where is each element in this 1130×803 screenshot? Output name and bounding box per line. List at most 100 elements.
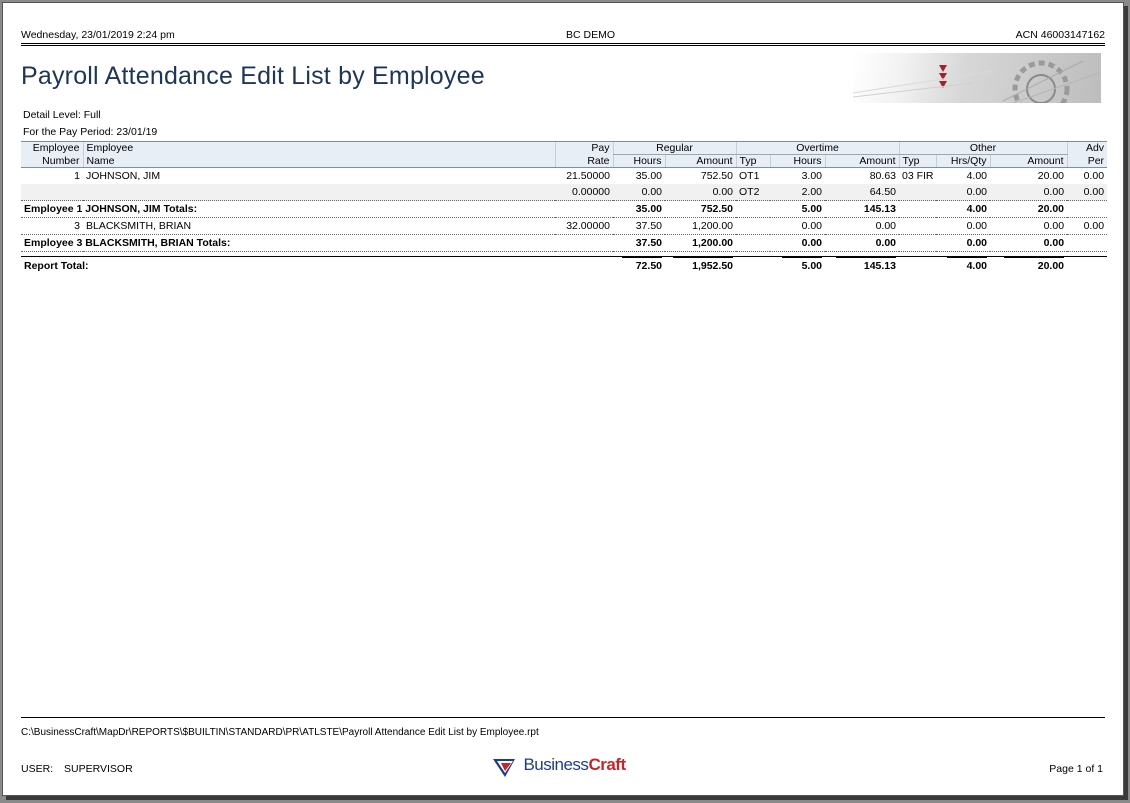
empty-cell <box>899 256 936 274</box>
ot-hours: 0.00 <box>801 220 822 232</box>
col-group-other: Other <box>898 141 1068 155</box>
logo-mark-icon <box>493 759 515 777</box>
acn-number: ACN 46003147162 <box>1015 29 1105 41</box>
grand-oth-qty: 4.00 <box>936 256 990 274</box>
ot-hours: 2.00 <box>770 184 825 201</box>
total-ot-hours: 0.00 <box>770 234 825 252</box>
emp-name: BLACKSMITH, BRIAN <box>86 220 192 232</box>
emp-name <box>83 184 555 201</box>
brand-name-a: Business <box>523 755 589 774</box>
ot-amount: 64.50 <box>825 184 899 201</box>
total-ot-amount: 145.13 <box>825 200 899 218</box>
reg-amount: 1,200.00 <box>692 220 733 232</box>
employee-total-row: Employee 1 JOHNSON, JIM Totals: 35.00 75… <box>21 200 1108 218</box>
empty-cell <box>1067 200 1108 218</box>
oth-typ <box>899 184 936 201</box>
col-adv: Adv <box>1066 141 1108 155</box>
user-name: SUPERVISOR <box>64 763 133 775</box>
oth-qty: 0.00 <box>936 184 990 201</box>
reg-hours: 0.00 <box>613 184 665 201</box>
col-emp-number: Employee <box>21 141 83 155</box>
total-oth-qty: 4.00 <box>936 200 990 218</box>
total-label: Employee 1 JOHNSON, JIM Totals: <box>21 200 613 218</box>
pay-rate: 21.50000 <box>566 170 610 182</box>
col-ot-typ: Typ <box>735 154 770 168</box>
total-ot-amount: 0.00 <box>825 234 899 252</box>
header-graphic <box>853 53 1101 103</box>
company-name: BC DEMO <box>566 29 616 41</box>
header-row-2: Number Name Rate Hours Amount Typ Hours … <box>21 154 1108 168</box>
col-oth-qty: Hrs/Qty <box>935 154 990 168</box>
empty-cell <box>736 200 770 218</box>
emp-number: 1 <box>74 170 80 182</box>
grand-reg-hours-value: 72.50 <box>622 257 662 274</box>
header-rule <box>21 43 1105 44</box>
emp-number: 3 <box>74 220 80 232</box>
report-total-row: Report Total: 72.50 1,952.50 5.00 145.13… <box>21 256 1108 274</box>
emp-number <box>21 184 83 201</box>
pay-rate: 32.00000 <box>566 220 610 232</box>
oth-qty: 0.00 <box>966 220 987 232</box>
col-emp-name-2: Name <box>82 154 555 168</box>
employee-total-row: Employee 3 BLACKSMITH, BRIAN Totals: 37.… <box>21 234 1108 252</box>
empty-cell <box>736 234 770 252</box>
ot-amount: 80.63 <box>869 170 896 182</box>
page-number: Page 1 of 1 <box>1049 763 1103 775</box>
total-oth-amount: 20.00 <box>990 200 1068 218</box>
col-group-overtime: Overtime <box>735 141 899 155</box>
ot-hours: 3.00 <box>801 170 822 182</box>
report-title: Payroll Attendance Edit List by Employee <box>21 62 485 90</box>
empty-cell <box>1067 234 1108 252</box>
total-oth-amount: 0.00 <box>990 234 1068 252</box>
grand-ot-hours-value: 5.00 <box>782 257 822 274</box>
table-row: 0.00000 0.00 0.00 OT2 2.00 64.50 0.00 0.… <box>21 184 1108 201</box>
col-group-regular: Regular <box>612 141 736 155</box>
gear-graphic <box>853 60 1100 103</box>
empty-cell <box>1067 256 1108 274</box>
ot-typ: OT2 <box>736 184 770 201</box>
report-page: Wednesday, 23/01/2019 2:24 pm BC DEMO AC… <box>2 2 1124 796</box>
grand-oth-qty-value: 4.00 <box>947 257 987 274</box>
detail-level: Detail Level: Full <box>23 109 101 121</box>
user-label: USER: <box>21 763 54 775</box>
grand-ot-amount: 145.13 <box>825 256 899 274</box>
report-datetime: Wednesday, 23/01/2019 2:24 pm <box>21 29 175 41</box>
footer-rule <box>21 717 1105 718</box>
total-label: Employee 3 BLACKSMITH, BRIAN Totals: <box>21 234 613 252</box>
col-per: Per <box>1066 154 1108 168</box>
col-rate: Rate <box>554 154 613 168</box>
attendance-table: Employee Employee Pay Regular Overtime O… <box>21 141 1108 274</box>
oth-typ: 03 FIR <box>902 170 934 182</box>
ot-typ <box>736 218 770 235</box>
col-emp-name: Employee <box>82 141 555 155</box>
businesscraft-logo: BusinessCraft <box>493 755 626 779</box>
emp-name: JOHNSON, JIM <box>86 170 161 182</box>
report-file-path: C:\BusinessCraft\MapDr\REPORTS\$BUILTIN\… <box>21 727 539 738</box>
total-reg-amount: 1,200.00 <box>665 234 736 252</box>
oth-qty: 4.00 <box>966 170 987 182</box>
adv-per: 0.00 <box>1083 220 1105 232</box>
oth-amount: 0.00 <box>1043 220 1065 232</box>
table-row: 1 JOHNSON, JIM 21.50000 35.00 752.50 OT1… <box>21 168 1107 185</box>
empty-cell <box>899 234 936 252</box>
total-reg-amount: 752.50 <box>665 200 736 218</box>
col-reg-amount: Amount <box>664 154 736 168</box>
total-ot-hours: 5.00 <box>770 200 825 218</box>
grand-ot-hours: 5.00 <box>770 256 825 274</box>
grand-ot-amount-value: 145.13 <box>836 257 896 274</box>
header-rule-2 <box>21 45 1105 46</box>
oth-amount: 20.00 <box>1037 170 1065 182</box>
reg-hours: 37.50 <box>635 220 662 232</box>
ot-typ: OT1 <box>739 170 760 182</box>
col-oth-amount: Amount <box>989 154 1068 168</box>
reg-amount: 0.00 <box>665 184 736 201</box>
total-oth-qty: 0.00 <box>936 234 990 252</box>
brand-name-b: Craft <box>588 755 626 774</box>
col-pay: Pay <box>554 141 613 155</box>
total-reg-hours: 35.00 <box>613 200 665 218</box>
col-oth-typ: Typ <box>898 154 936 168</box>
oth-typ <box>899 218 936 235</box>
adv-per: 0.00 <box>1083 170 1105 182</box>
col-reg-hours: Hours <box>612 154 665 168</box>
col-ot-hours: Hours <box>769 154 825 168</box>
